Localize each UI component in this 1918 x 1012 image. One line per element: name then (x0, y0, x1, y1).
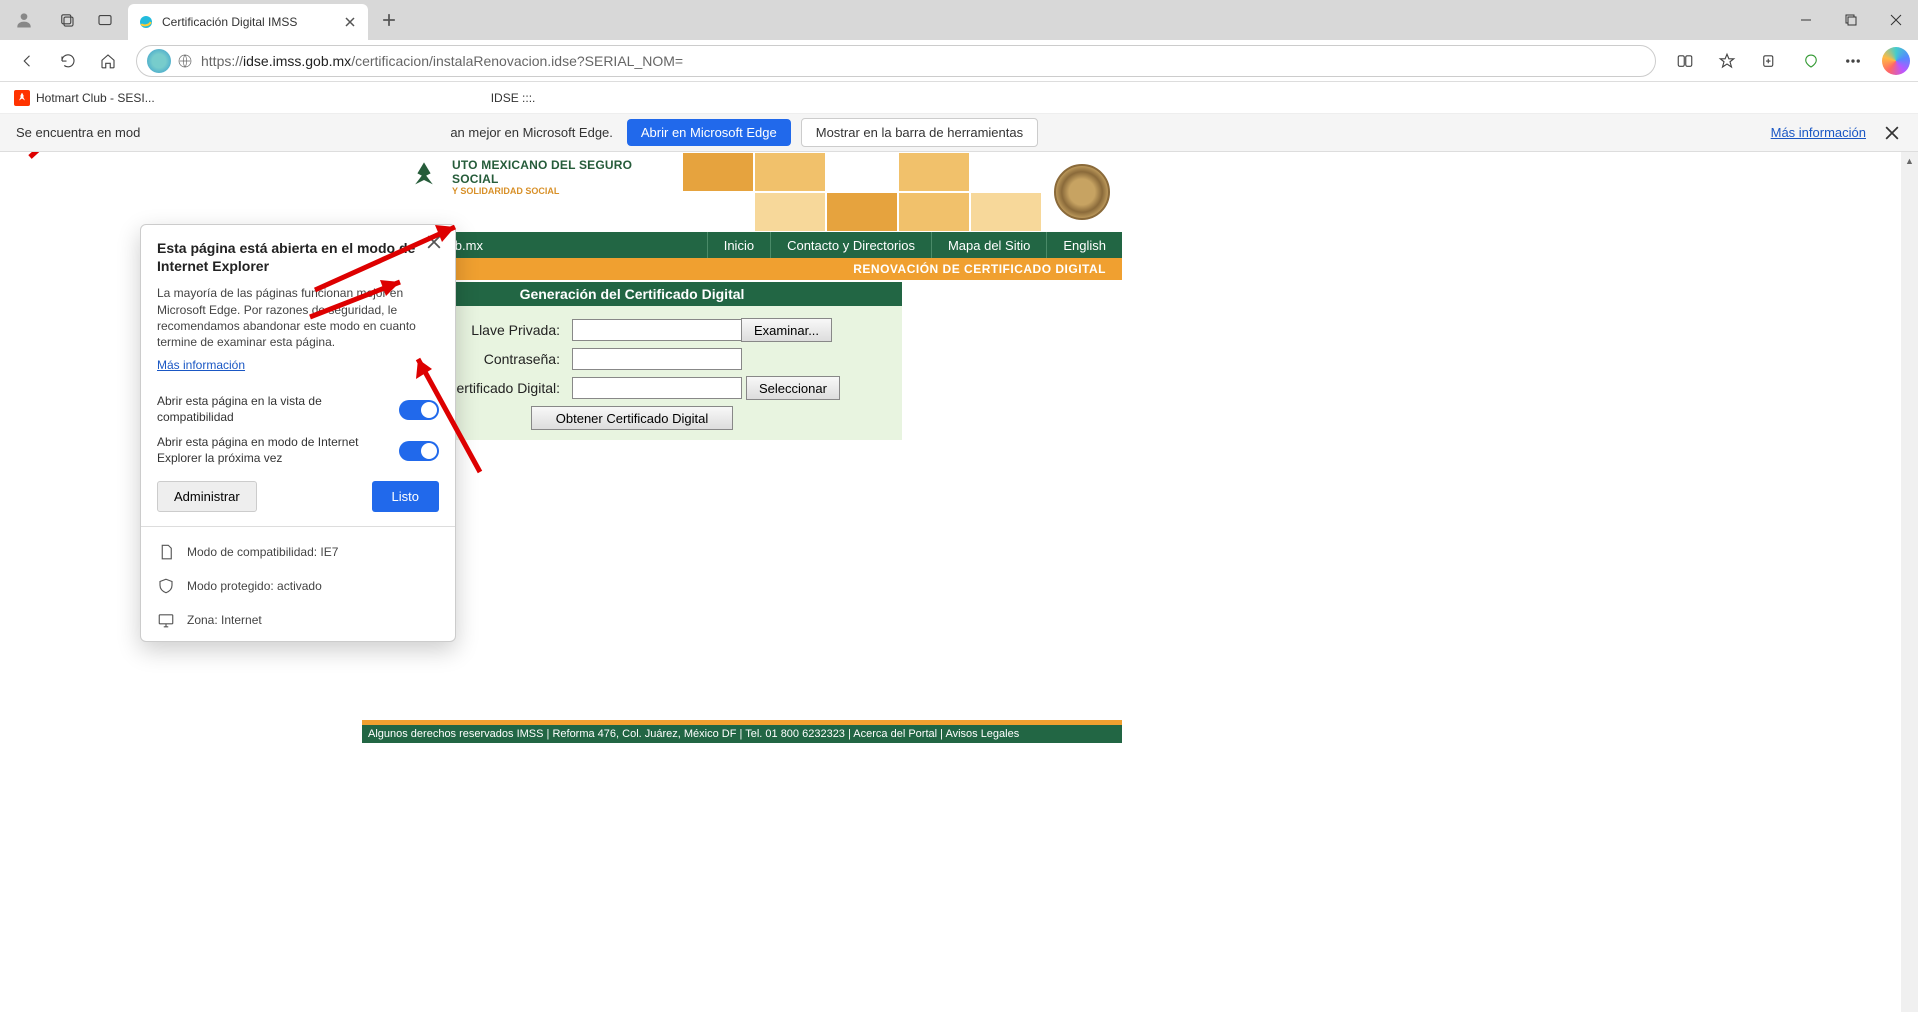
tab-actions-icon[interactable] (88, 3, 122, 37)
vertical-scrollbar[interactable]: ▲ (1901, 152, 1918, 1012)
favorite-label: Hotmart Club - SESI... (36, 91, 155, 105)
url-text: https://idse.imss.gob.mx/certificacion/i… (201, 53, 683, 69)
manage-button[interactable]: Administrar (157, 481, 257, 512)
certificate-input[interactable] (572, 377, 742, 399)
tab-title: Certificación Digital IMSS (162, 15, 334, 29)
settings-menu-icon[interactable] (1835, 43, 1871, 79)
footer-legal-link[interactable]: Avisos Legales (945, 728, 1019, 740)
done-button[interactable]: Listo (372, 481, 439, 512)
band-title: RENOVACIÓN DE CERTIFICADO DIGITAL (853, 262, 1106, 276)
annotation-arrow-4 (400, 347, 500, 482)
seal-icon (1054, 164, 1110, 220)
open-in-edge-button[interactable]: Abrir en Microsoft Edge (627, 119, 791, 146)
select-button[interactable]: Seleccionar (746, 376, 840, 400)
ie-mode-bar: Se encuentra en mod an mejor en Microsof… (0, 114, 1918, 152)
get-certificate-button[interactable]: Obtener Certificado Digital (531, 406, 733, 430)
split-screen-icon[interactable] (1667, 43, 1703, 79)
window-controls (1783, 0, 1918, 40)
section-band: RENOVACIÓN DE CERTIFICADO DIGITAL (362, 258, 1122, 280)
ie-favicon-icon (138, 14, 154, 30)
password-input[interactable] (572, 348, 742, 370)
browser-tab[interactable]: Certificación Digital IMSS (128, 4, 368, 40)
site-nav: www.imss.gob.mx Inicio Contacto y Direct… (362, 232, 1122, 258)
favorite-idse[interactable]: IDSE :::. (491, 91, 536, 105)
home-button[interactable] (90, 43, 126, 79)
ie-mode-badge-icon[interactable] (147, 49, 171, 73)
tab-close-button[interactable] (342, 14, 358, 30)
hotmart-icon (14, 90, 30, 106)
protected-mode-text: Modo protegido: activado (187, 579, 322, 593)
annotation-arrow-1 (20, 152, 180, 167)
annotation-arrow-3 (300, 272, 420, 327)
close-window-button[interactable] (1873, 0, 1918, 40)
toggle-ie-next-time-label: Abrir esta página en modo de Internet Ex… (157, 435, 399, 466)
ie-bar-more-info-link[interactable]: Más información (1771, 125, 1866, 140)
page-viewport: UTO MEXICANO DEL SEGURO SOCIAL Y SOLIDAR… (0, 152, 1918, 1012)
workspaces-icon[interactable] (50, 3, 84, 37)
zone-row: Zona: Internet (157, 603, 439, 631)
nav-inicio[interactable]: Inicio (707, 232, 770, 258)
national-seal (1042, 152, 1122, 232)
new-tab-button[interactable] (374, 5, 404, 35)
copilot-icon[interactable] (1882, 47, 1910, 75)
refresh-button[interactable] (50, 43, 86, 79)
imss-eagle-icon (402, 158, 446, 202)
compat-mode-text: Modo de compatibilidad: IE7 (187, 545, 338, 559)
profile-button[interactable] (8, 4, 40, 36)
popup-more-info-link[interactable]: Más información (157, 358, 245, 372)
browse-button[interactable]: Examinar... (741, 318, 832, 342)
collections-icon[interactable] (1751, 43, 1787, 79)
address-bar[interactable]: https://idse.imss.gob.mx/certificacion/i… (136, 45, 1656, 77)
page-footer: Algunos derechos reservados IMSS | Refor… (362, 720, 1122, 743)
ie-bar-text-right: an mejor en Microsoft Edge. (450, 125, 613, 140)
page-header: UTO MEXICANO DEL SEGURO SOCIAL Y SOLIDAR… (362, 152, 1122, 232)
nav-contacto[interactable]: Contacto y Directorios (770, 232, 931, 258)
toggle-compat-view-label: Abrir esta página en la vista de compati… (157, 394, 399, 425)
browser-essentials-icon[interactable] (1793, 43, 1829, 79)
minimize-button[interactable] (1783, 0, 1828, 40)
ie-bar-text-left: Se encuentra en mod (16, 125, 140, 140)
maximize-button[interactable] (1828, 0, 1873, 40)
back-button[interactable] (10, 43, 46, 79)
scroll-up-icon[interactable]: ▲ (1901, 152, 1918, 169)
browser-toolbar: https://idse.imss.gob.mx/certificacion/i… (0, 40, 1918, 82)
site-info-icon[interactable] (177, 53, 193, 69)
nav-english[interactable]: English (1046, 232, 1122, 258)
monitor-icon (157, 611, 175, 629)
document-icon (157, 543, 175, 561)
footer-text: Algunos derechos reservados IMSS | Refor… (368, 728, 853, 740)
header-grid (682, 152, 1042, 232)
private-key-input[interactable] (572, 319, 742, 341)
favorite-hotmart[interactable]: Hotmart Club - SESI... (14, 90, 155, 106)
footer-about-link[interactable]: Acerca del Portal (853, 728, 937, 740)
protected-mode-row: Modo protegido: activado (157, 569, 439, 603)
compat-mode-row: Modo de compatibilidad: IE7 (157, 535, 439, 569)
browser-titlebar: Certificación Digital IMSS (0, 0, 1918, 40)
imss-logo-block: UTO MEXICANO DEL SEGURO SOCIAL Y SOLIDAR… (362, 152, 682, 232)
favorites-bar: Hotmart Club - SESI... IDSE :::. (0, 82, 1918, 114)
ie-bar-close-button[interactable] (1882, 123, 1902, 143)
favorite-label: IDSE :::. (491, 91, 536, 105)
show-in-toolbar-button[interactable]: Mostrar en la barra de herramientas (801, 118, 1038, 147)
nav-mapa[interactable]: Mapa del Sitio (931, 232, 1046, 258)
zone-text: Zona: Internet (187, 613, 262, 627)
shield-icon (157, 577, 175, 595)
favorites-icon[interactable] (1709, 43, 1745, 79)
